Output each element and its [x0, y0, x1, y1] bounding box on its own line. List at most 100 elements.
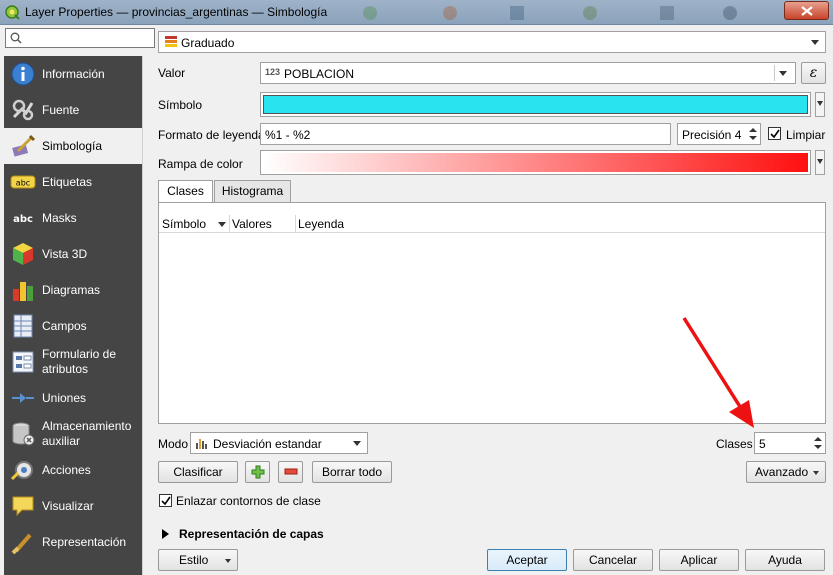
actions-icon [10, 461, 33, 481]
sidebar-item-label: Vista 3D [42, 246, 88, 261]
color-ramp-gradient [263, 153, 808, 172]
ok-button[interactable]: Aceptar [487, 549, 567, 571]
joins-icon [12, 393, 34, 403]
chevron-down-icon [813, 471, 819, 475]
sidebar-item-label: Simbología [42, 138, 103, 153]
sidebar-item-fuente[interactable]: Fuente [4, 92, 142, 128]
color-ramp-menu-button[interactable] [815, 150, 825, 175]
sidebar-item-uniones[interactable]: Uniones [4, 380, 142, 416]
close-icon [801, 6, 813, 16]
layer-rendering-section-header[interactable]: Representación de capas [179, 527, 324, 541]
trim-label: Limpiar [786, 128, 826, 142]
3d-view-icon [13, 243, 33, 265]
rendering-icon [11, 533, 32, 555]
symbol-color-swatch [263, 95, 808, 114]
sort-down-icon [218, 222, 226, 227]
legend-format-input[interactable]: %1 - %2 [260, 123, 671, 145]
trim-checkbox[interactable] [768, 127, 781, 140]
sidebar-item-diagramas[interactable]: Diagramas [4, 272, 142, 308]
spin-up-icon [749, 128, 757, 132]
expand-triangle-icon[interactable] [162, 529, 169, 539]
tab-label: Clases [167, 184, 204, 198]
svg-text:abc: abc [16, 179, 30, 188]
precision-value: Precisión 4 [682, 128, 742, 142]
mode-label: Modo [158, 437, 189, 451]
sidebar-item-simbologia[interactable]: Simbología [4, 128, 142, 164]
sidebar: Información Fuente Simbología abc Etique… [2, 26, 155, 575]
sidebar-item-visualizar[interactable]: Visualizar [4, 488, 142, 524]
column-header-simbolo[interactable]: Símbolo [162, 217, 206, 231]
masks-icon: abc [13, 214, 33, 225]
sidebar-item-representacion[interactable]: Representación [4, 524, 142, 560]
sidebar-item-masks[interactable]: abc Masks [4, 200, 142, 236]
symbol-menu-button[interactable] [815, 92, 825, 117]
chevron-down-icon [811, 40, 819, 45]
tab-histograma[interactable]: Histograma [214, 180, 291, 203]
attribute-form-icon [12, 351, 34, 373]
sidebar-item-campos[interactable]: Campos [4, 308, 142, 344]
tab-clases[interactable]: Clases [158, 180, 213, 204]
sidebar-item-acciones[interactable]: Acciones [4, 452, 142, 488]
expression-button[interactable]: ε [801, 62, 826, 84]
spin-down-icon [749, 136, 757, 140]
labels-icon: abc [10, 175, 36, 189]
search-icon [10, 32, 22, 44]
background-toolbar-icons [363, 6, 737, 20]
mode-select-value: Desviación estandar [213, 437, 322, 451]
link-contours-checkbox[interactable] [159, 494, 172, 507]
sidebar-item-label: Formulario de atributos [42, 347, 117, 376]
fields-icon [13, 314, 33, 338]
sidebar-item-label: Diagramas [42, 282, 101, 297]
apply-button[interactable]: Aplicar [659, 549, 739, 571]
style-button[interactable]: Estilo [158, 549, 238, 571]
cancel-button[interactable]: Cancelar [573, 549, 653, 571]
auxiliary-storage-icon [12, 422, 35, 446]
epsilon-icon: ε [809, 65, 818, 81]
sidebar-item-label: Masks [42, 210, 77, 225]
checkmark-icon [161, 496, 171, 506]
sidebar-item-almacenamiento[interactable]: Almacenamiento auxiliar [4, 416, 142, 452]
close-button[interactable] [784, 1, 829, 20]
delete-all-button[interactable]: Borrar todo [312, 461, 392, 483]
sidebar-item-label: Fuente [42, 102, 80, 117]
sidebar-item-informacion[interactable]: Información [4, 56, 142, 92]
column-header-valores[interactable]: Valores [232, 217, 272, 231]
sidebar-splitter[interactable] [142, 56, 155, 575]
sidebar-item-label: Acciones [42, 462, 91, 477]
sidebar-nav: Información Fuente Simbología abc Etique… [4, 56, 142, 575]
sidebar-item-etiquetas[interactable]: abc Etiquetas [4, 164, 142, 200]
valor-field-select[interactable]: 123 POBLACION [260, 62, 796, 84]
diagrams-icon [13, 282, 33, 301]
column-header-leyenda[interactable]: Leyenda [298, 217, 344, 231]
sidebar-item-vista-3d[interactable]: Vista 3D [4, 236, 142, 272]
sidebar-search-input[interactable] [5, 28, 155, 48]
help-button[interactable]: Ayuda [745, 549, 825, 571]
classes-count-value: 5 [759, 437, 766, 451]
display-icon [12, 496, 34, 517]
source-icon [12, 99, 34, 121]
color-ramp-button[interactable] [260, 150, 811, 175]
remove-class-button[interactable] [278, 461, 303, 483]
legend-format-label: Formato de leyenda [158, 128, 265, 142]
renderer-select[interactable]: Graduado [158, 31, 826, 53]
chevron-down-icon [353, 441, 361, 446]
symbol-button[interactable] [260, 92, 811, 117]
legend-format-value: %1 - %2 [265, 128, 311, 142]
simbolo-label: Símbolo [158, 98, 203, 112]
sidebar-item-formulario[interactable]: Formulario de atributos [4, 344, 142, 380]
chevron-down-icon [225, 559, 231, 563]
svg-text:abc: abc [13, 214, 33, 225]
precision-spinbox[interactable]: Precisión 4 [677, 123, 761, 145]
graduated-renderer-icon [165, 36, 177, 47]
mode-select[interactable]: Desviación estandar [190, 432, 368, 454]
sidebar-item-label: Etiquetas [42, 174, 93, 189]
add-class-button[interactable] [245, 461, 270, 483]
classes-spinbox[interactable]: 5 [754, 432, 826, 454]
advanced-button[interactable]: Avanzado [746, 461, 826, 483]
classes-table[interactable]: Símbolo Valores Leyenda [158, 202, 826, 424]
valor-label: Valor [158, 66, 186, 80]
classify-button[interactable]: Clasificar [158, 461, 238, 483]
title-bar: Layer Properties — provincias_argentinas… [0, 0, 833, 25]
numeric-field-icon: 123 [265, 67, 281, 77]
plus-icon [251, 465, 264, 479]
